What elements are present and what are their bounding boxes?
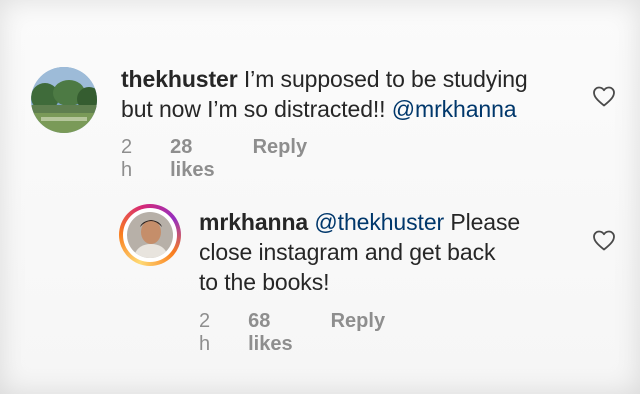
reply-body-line2: close instagram and get back <box>199 239 496 265</box>
comment-body-line2: but now I’m so distracted!! <box>121 96 392 122</box>
heart-outline-icon[interactable] <box>592 85 616 107</box>
comment-meta: 2 h 28 likes Reply <box>121 136 307 182</box>
likes-count[interactable]: 28 likes <box>170 136 214 182</box>
reply-text: mrkhanna @thekhuster Please close instag… <box>199 207 579 297</box>
comment-time: 2 h <box>121 136 133 181</box>
reply-body-line3: to the books! <box>199 269 330 295</box>
likes-count[interactable]: 68 likes <box>248 310 292 356</box>
avatar-thekhuster[interactable] <box>31 67 97 133</box>
comment-text: thekhuster I’m supposed to be studying b… <box>121 64 591 124</box>
reply-username[interactable]: mrkhanna <box>199 209 308 235</box>
comment-username[interactable]: thekhuster <box>121 66 238 92</box>
avatar-image <box>31 67 97 133</box>
mention-link[interactable]: @thekhuster <box>314 209 444 235</box>
avatar-mrkhanna[interactable] <box>119 204 181 266</box>
comment-body-line1: I’m supposed to be studying <box>243 66 528 92</box>
reply-meta: 2 h 68 likes Reply <box>199 310 385 356</box>
reply-button[interactable]: Reply <box>331 310 385 356</box>
comments-panel: thekhuster I’m supposed to be studying b… <box>0 0 640 394</box>
heart-outline-icon[interactable] <box>592 229 616 251</box>
reply-body-line1: Please <box>444 209 521 235</box>
reply-time: 2 h <box>199 310 211 355</box>
mention-link[interactable]: @mrkhanna <box>392 96 517 122</box>
reply-button[interactable]: Reply <box>253 136 307 182</box>
avatar-image <box>127 212 173 258</box>
